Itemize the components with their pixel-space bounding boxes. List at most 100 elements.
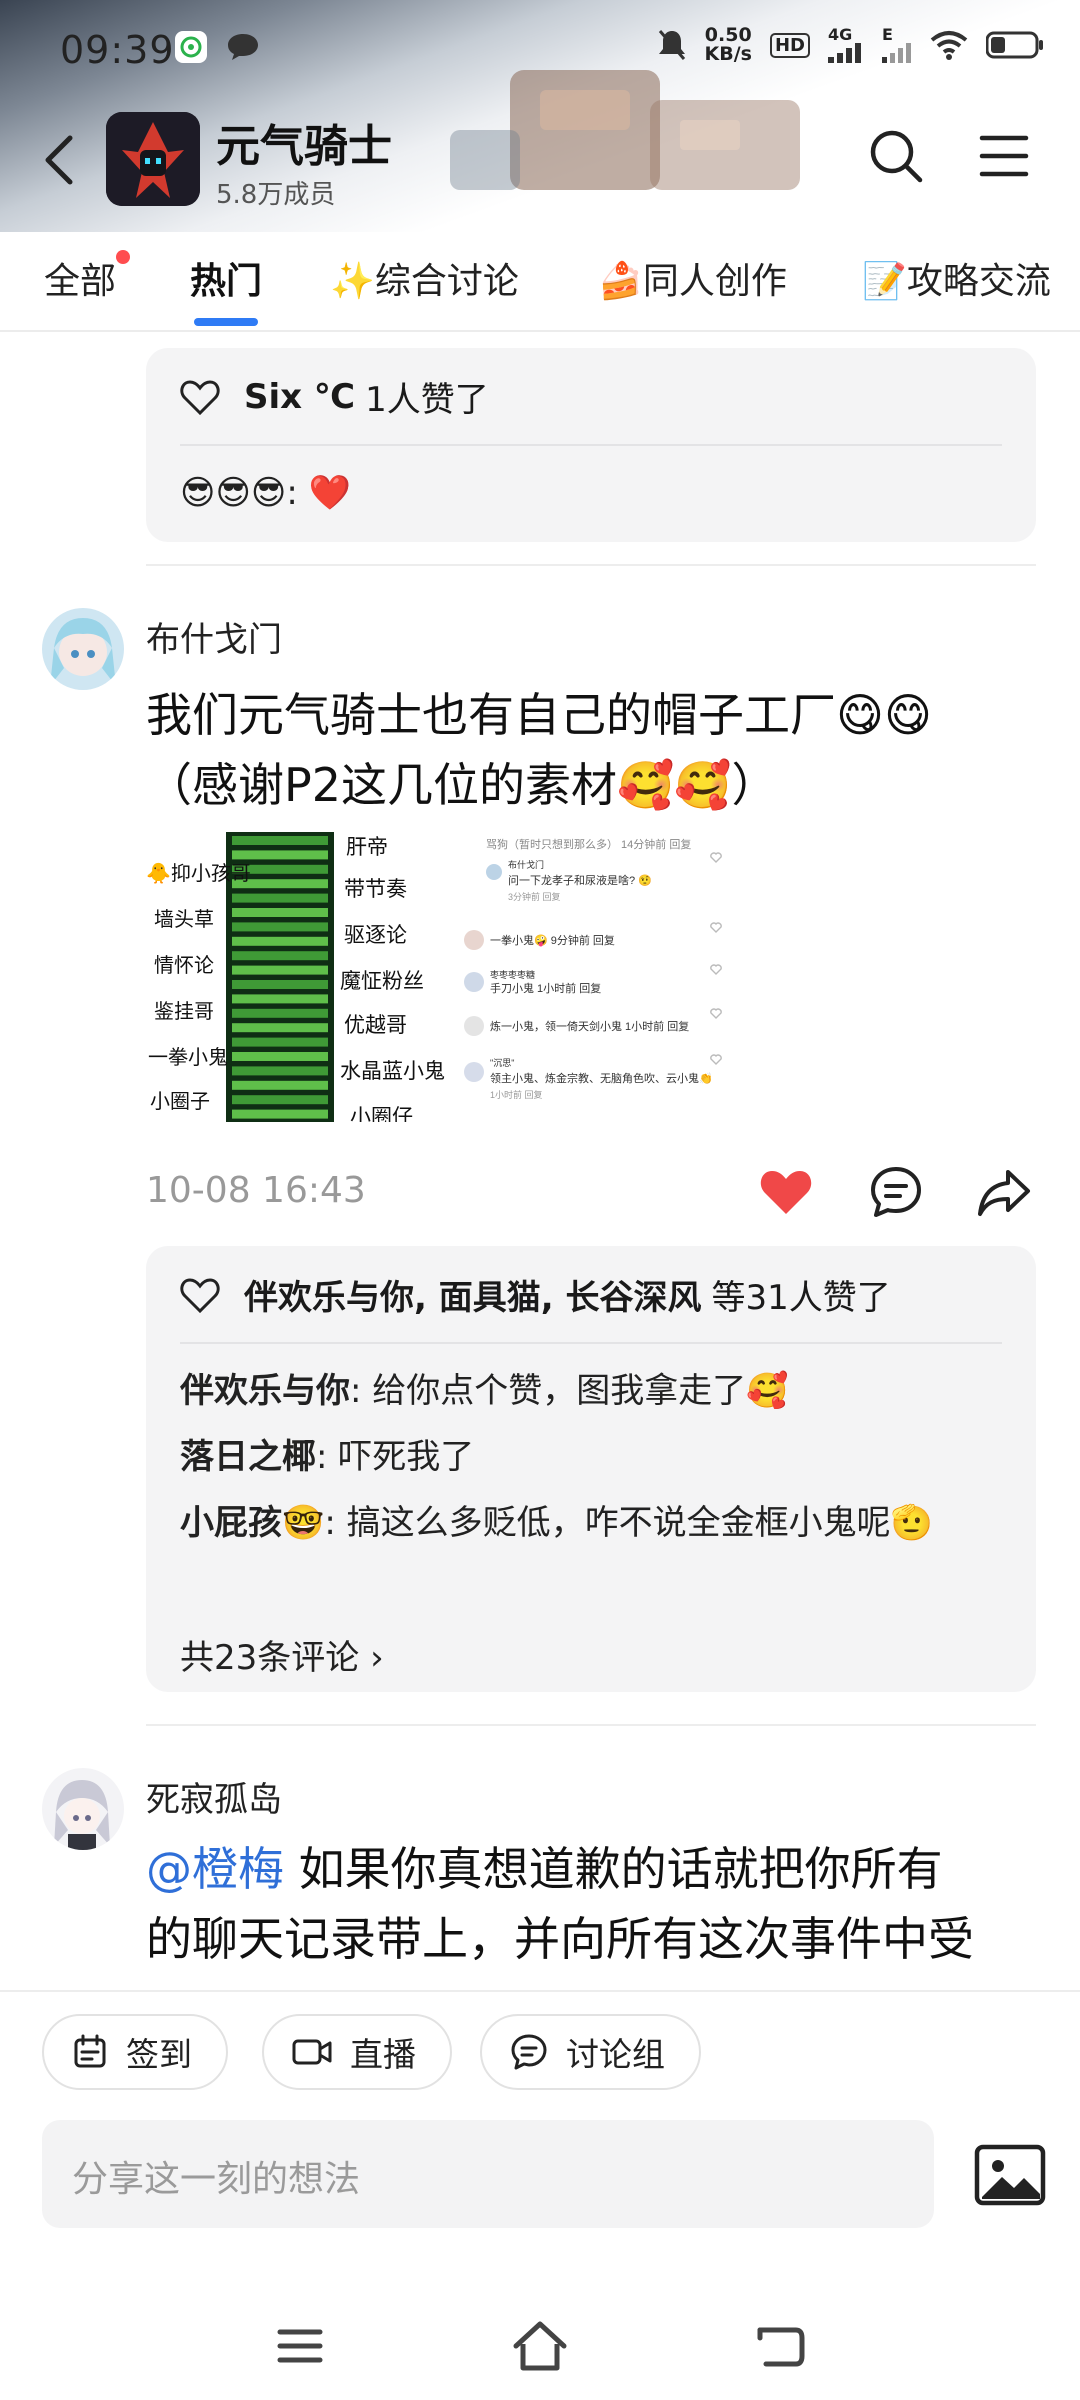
commenter-name[interactable]: 落日之椰 [180, 1437, 316, 1477]
thread-text: 炼一小鬼，领一倚天剑小鬼 1小时前 回复 [490, 1019, 689, 1033]
heart-outline-icon [180, 1277, 220, 1313]
cell2-label: E [882, 25, 893, 44]
cell-signal-1: 4G [828, 27, 864, 63]
check-in-button[interactable]: 签到 [42, 2014, 228, 2090]
chip-label: 讨论组 [566, 2035, 665, 2074]
author-name[interactable]: 布什戈门 [146, 612, 282, 661]
post-separator [146, 1724, 1036, 1726]
commenter-name[interactable]: 伴欢乐与你 [180, 1371, 350, 1411]
image-label: 优越哥 [344, 1014, 407, 1037]
post-image-collage: 🐥抑小孩哥 墙头草 情怀论 鉴挂哥 一拳小鬼 小圈子 肝帝 带节奏 驱逐论 魔怔… [146, 832, 736, 1122]
back-arrow-icon[interactable] [36, 130, 86, 190]
system-navigation-bar [0, 2292, 1080, 2400]
post-body: @橙梅 如果你真想道歉的话就把你所有 的聊天记录带上，并向所有这次事件中受 [146, 1834, 1036, 1974]
likes-row[interactable]: 伴欢乐与你, 面具猫, 长谷深风 等31人赞了 [180, 1270, 891, 1319]
menu-icon[interactable] [976, 128, 1032, 184]
pixel-band [232, 1023, 328, 1033]
comment-text: : 吓死我了 [316, 1437, 475, 1477]
live-button[interactable]: 直播 [262, 2014, 452, 2090]
tab-hot-label: 热门 [190, 261, 263, 302]
image-label: 带节奏 [344, 878, 407, 901]
liker-names[interactable]: 伴欢乐与你, 面具猫, 长谷深风 [244, 1270, 702, 1319]
image-label: 鉴挂哥 [154, 1000, 214, 1023]
comment-icon[interactable] [868, 1164, 924, 1220]
mention-link[interactable]: @橙梅 [146, 1842, 284, 1896]
image-label: 情怀论 [154, 954, 214, 977]
image-label: 魔怔粉丝 [340, 970, 424, 993]
post-image[interactable]: 🐥抑小孩哥 墙头草 情怀论 鉴挂哥 一拳小鬼 小圈子 肝帝 带节奏 驱逐论 魔怔… [146, 832, 736, 1122]
thread-text: 手刀小鬼 1小时前 回复 [490, 981, 601, 995]
pixel-band [232, 1109, 328, 1119]
thread-name: 布什戈门 [508, 859, 544, 870]
image-label: 驱逐论 [344, 924, 407, 947]
avatar[interactable] [42, 608, 124, 690]
tab-hot[interactable]: 热门 [190, 252, 262, 304]
status-bar: 09:39 0.50 KB/s HD 4G E [0, 0, 1080, 100]
image-picker-icon[interactable] [974, 2142, 1046, 2208]
image-label: 水晶蓝小鬼 [340, 1060, 445, 1083]
thread-text: 领主小鬼、炼金宗教、无脑角色吹、云小鬼👏 [490, 1071, 713, 1085]
mute-bell-icon [658, 30, 685, 60]
comment-item[interactable]: 😎😎😎: ❤️ [180, 460, 1010, 526]
like-heart-filled-icon[interactable] [758, 1164, 814, 1220]
tab-general-discussion[interactable]: ✨综合讨论 [330, 252, 519, 304]
recents-menu-icon[interactable] [270, 2316, 330, 2376]
video-icon [292, 2039, 332, 2065]
group-avatar[interactable] [106, 112, 200, 206]
status-right-icons: 0.50 KB/s HD 4G E [657, 26, 1044, 64]
chip-label: 签到 [126, 2035, 192, 2074]
comment-item[interactable]: 小屁孩🤓: 搞这么多贬低，咋不说全金框小鬼呢🫡 [180, 1490, 1010, 1556]
group-header: 09:39 0.50 KB/s HD 4G E 元气骑士 5.8万成员 [0, 0, 1080, 232]
like-count: 等31人赞了 [711, 1278, 891, 1318]
tab-fan-creation[interactable]: 🍰同人创作 [598, 252, 787, 304]
post-composer-input[interactable]: 分享这一刻的想法 [42, 2120, 934, 2228]
group-name: 元气骑士 [216, 121, 392, 172]
post-timestamp: 10-08 16:43 [146, 1170, 366, 1211]
share-icon[interactable] [976, 1164, 1032, 1220]
wifi-icon [930, 31, 968, 60]
search-icon[interactable] [866, 126, 926, 186]
thread-meta: 1小时前 回复 [490, 1089, 543, 1100]
tab-general-label: ✨综合讨论 [330, 261, 519, 302]
view-all-comments-link[interactable]: 共23条评论 › [180, 1630, 384, 1679]
pixel-band [232, 951, 328, 961]
thread-meta: 3分钟前 回复 [508, 891, 561, 902]
author-name[interactable]: 死寂孤岛 [146, 1772, 282, 1821]
thread-text: 问一下龙孝子和尿液是啥? 🤨 [508, 873, 652, 887]
post-text-line: 的聊天记录带上，并向所有这次事件中受 [146, 1912, 974, 1966]
active-tab-indicator [194, 318, 258, 326]
image-label: 小圈仔 [350, 1106, 413, 1122]
hd-badge: HD [769, 32, 810, 58]
avatar[interactable] [42, 1768, 124, 1850]
composer-placeholder: 分享这一刻的想法 [72, 2159, 361, 2200]
pixel-band [232, 922, 328, 932]
post-text-line: （感谢P2这几位的素材🥰🥰） [146, 758, 778, 812]
post-feed[interactable]: Six ℃ 1人赞了 😎😎😎: ❤️ 布什戈门 我们元气骑士也有自己的帽子工厂😋… [0, 334, 1080, 1990]
comment-item[interactable]: 伴欢乐与你: 给你点个赞，图我拿走了🥰 [180, 1358, 1010, 1424]
top-nav: 元气骑士 5.8万成员 [0, 110, 1080, 210]
heart-outline-icon [180, 379, 220, 415]
discussion-group-button[interactable]: 讨论组 [480, 2014, 701, 2090]
tab-all[interactable]: 全部 [44, 250, 131, 304]
calendar-icon [74, 2034, 106, 2068]
post-text-line: @橙梅 如果你真想道歉的话就把你所有 [146, 1834, 1036, 1904]
likes-row[interactable]: Six ℃ 1人赞了 [180, 372, 489, 421]
commenter-name[interactable]: 小屁孩🤓 [180, 1503, 324, 1543]
home-icon[interactable] [510, 2316, 570, 2376]
back-return-icon[interactable] [750, 2316, 810, 2376]
tab-fan-label: 🍰同人创作 [598, 261, 787, 302]
comment-item[interactable]: 落日之椰: 吓死我了 [180, 1424, 1010, 1490]
pixel-band [232, 1052, 328, 1061]
app-notification-icon [175, 31, 207, 63]
pixel-band [232, 850, 328, 860]
bottom-panel: 签到 直播 讨论组 分享这一刻的想法 [0, 1990, 1080, 2400]
pixel-band [232, 1008, 328, 1018]
anime-avatar-icon [42, 608, 124, 690]
signal-bars-weak-icon [882, 43, 911, 63]
pixel-band [232, 1037, 328, 1047]
tab-guides[interactable]: 📝攻略交流 [862, 252, 1051, 304]
pixel-band [232, 965, 328, 975]
liker-names[interactable]: Six ℃ [244, 377, 355, 417]
post-interaction-card: 伴欢乐与你, 面具猫, 长谷深风 等31人赞了 伴欢乐与你: 给你点个赞，图我拿… [146, 1246, 1036, 1692]
image-label: 墙头草 [154, 908, 214, 931]
